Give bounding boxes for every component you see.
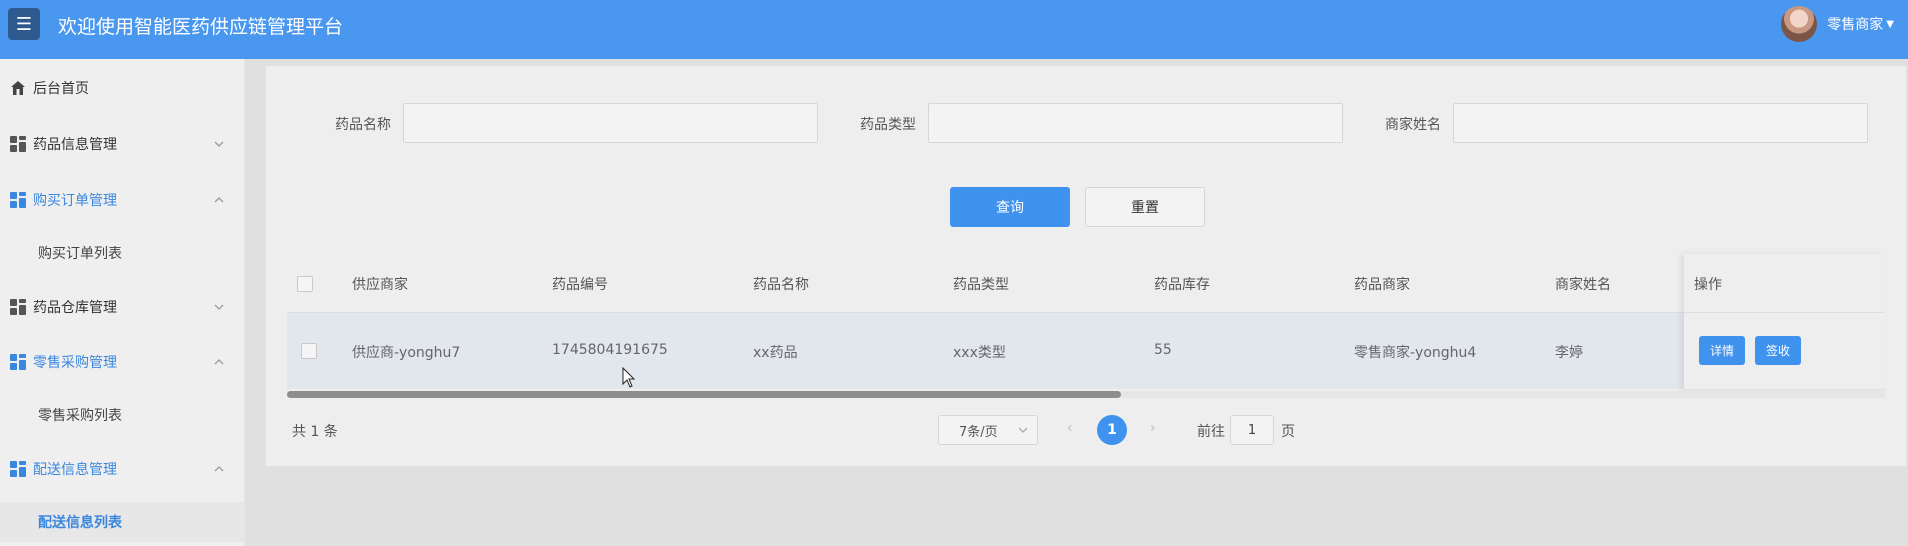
chevron-down-icon: [1018, 427, 1028, 433]
row-checkbox[interactable]: [301, 343, 317, 359]
avatar: [1781, 6, 1818, 42]
cell-drug-type: xxx类型: [953, 345, 1006, 361]
cell-drug-name: xx药品: [753, 345, 798, 361]
chevron-down-icon: ▼: [1886, 18, 1894, 30]
sidebar-subitem-purchase-order-list[interactable]: 购买订单列表: [0, 233, 245, 273]
drug-name-label: 药品名称: [335, 117, 391, 133]
dashboard-icon: [9, 353, 27, 371]
dashboard-icon: [9, 298, 27, 316]
prev-page-icon[interactable]: ‹: [1067, 420, 1073, 436]
column-header: 药品名称: [753, 277, 809, 293]
cell-merchant-name: 李婷: [1555, 345, 1583, 361]
detail-button[interactable]: 详情: [1699, 336, 1745, 365]
sidebar-item-label: 购买订单管理: [33, 193, 117, 209]
dashboard-icon: [9, 191, 27, 209]
column-header: 供应商家: [352, 277, 408, 293]
select-all-checkbox[interactable]: [297, 276, 313, 292]
query-button[interactable]: 查询: [950, 187, 1070, 227]
page-number-current[interactable]: 1: [1097, 415, 1127, 445]
chevron-up-icon: [214, 359, 224, 365]
sidebar-subitem-delivery-list[interactable]: 配送信息列表: [0, 502, 245, 542]
sidebar-item-retail-purchase[interactable]: 零售采购管理: [0, 342, 245, 382]
sidebar: 后台首页 药品信息管理 购买订单管理 购买订单列表 药品仓库管理 零售采购管理 …: [0, 59, 245, 546]
sidebar-item-drug-info[interactable]: 药品信息管理: [0, 124, 245, 164]
page-size-select[interactable]: 7条/页: [938, 415, 1038, 445]
row-divider: [1684, 389, 1885, 390]
page-title: 欢迎使用智能医药供应链管理平台: [58, 16, 344, 38]
mouse-cursor-icon: [622, 367, 636, 388]
sidebar-item-label: 零售采购管理: [33, 355, 117, 371]
cell-supplier: 供应商-yonghu7: [352, 345, 461, 361]
column-header: 药品编号: [552, 277, 608, 293]
sidebar-item-label: 配送信息管理: [33, 462, 117, 478]
goto-page-input[interactable]: 1: [1230, 415, 1274, 445]
merchant-name-label: 商家姓名: [1385, 117, 1441, 133]
dashboard-icon: [9, 460, 27, 478]
sidebar-item-label: 药品仓库管理: [33, 300, 117, 316]
column-header: 操作: [1694, 277, 1722, 293]
column-header: 药品库存: [1154, 277, 1210, 293]
column-header: 商家姓名: [1555, 277, 1611, 293]
drug-name-input[interactable]: [403, 103, 818, 143]
page-size-value: 7条/页: [959, 424, 998, 440]
column-header: 药品类型: [953, 277, 1009, 293]
sidebar-item-purchase-orders[interactable]: 购买订单管理: [0, 180, 245, 220]
next-page-icon[interactable]: ›: [1150, 420, 1156, 436]
drug-type-input[interactable]: [928, 103, 1343, 143]
hamburger-icon[interactable]: ☰: [8, 8, 40, 40]
sidebar-item-warehouse[interactable]: 药品仓库管理: [0, 287, 245, 327]
dashboard-icon: [9, 135, 27, 153]
reset-button[interactable]: 重置: [1085, 187, 1205, 227]
chevron-down-icon: [214, 141, 224, 147]
sidebar-subitem-retail-purchase-list[interactable]: 零售采购列表: [0, 395, 245, 435]
sidebar-item-label: 药品信息管理: [33, 137, 117, 153]
user-name: 零售商家: [1827, 17, 1884, 33]
chevron-down-icon: [214, 304, 224, 310]
user-menu[interactable]: 零售商家 ▼: [1781, 6, 1894, 42]
sidebar-item-label: 后台首页: [33, 81, 89, 97]
home-icon: [9, 79, 27, 97]
goto-suffix: 页: [1281, 424, 1295, 440]
cell-drug-code: 1745804191675: [552, 342, 668, 358]
sidebar-item-delivery[interactable]: 配送信息管理: [0, 449, 245, 489]
top-header: ☰ 欢迎使用智能医药供应链管理平台 零售商家 ▼: [0, 0, 1908, 59]
horizontal-scrollbar-thumb[interactable]: [287, 391, 1121, 398]
sidebar-item-home[interactable]: 后台首页: [0, 68, 245, 108]
sign-button[interactable]: 签收: [1755, 336, 1801, 365]
merchant-name-input[interactable]: [1453, 103, 1868, 143]
chevron-up-icon: [214, 466, 224, 472]
cell-stock: 55: [1154, 342, 1172, 358]
cell-merchant: 零售商家-yonghu4: [1354, 345, 1477, 361]
drug-type-label: 药品类型: [860, 117, 916, 133]
row-divider: [1684, 312, 1885, 313]
column-header: 药品商家: [1354, 277, 1410, 293]
goto-prefix: 前往: [1197, 424, 1225, 440]
total-count: 共 1 条: [292, 424, 338, 440]
chevron-up-icon: [214, 197, 224, 203]
